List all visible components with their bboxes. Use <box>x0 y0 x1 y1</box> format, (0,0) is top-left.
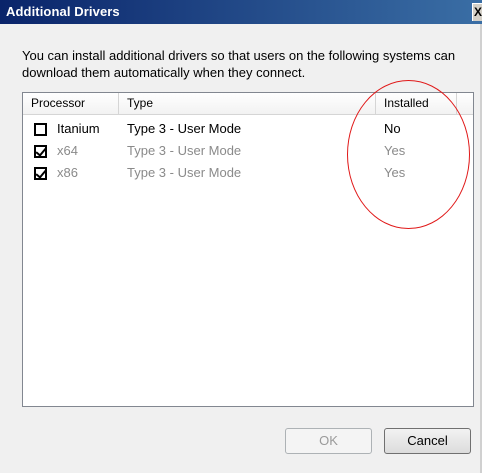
type-cell: Type 3 - User Mode <box>127 121 242 136</box>
type-cell: Type 3 - User Mode <box>127 165 242 180</box>
table-row[interactable]: Itanium Type 3 - User Mode No <box>23 118 473 140</box>
description-text: You can install additional drivers so th… <box>22 48 456 80</box>
column-header-processor[interactable]: Processor <box>23 93 119 114</box>
checkbox-x64[interactable] <box>34 145 47 158</box>
window-title: Additional Drivers <box>6 4 120 19</box>
type-cell: Type 3 - User Mode <box>127 143 242 158</box>
cancel-button[interactable]: Cancel <box>384 428 471 454</box>
ok-button[interactable]: OK <box>285 428 372 454</box>
additional-drivers-dialog: Additional Drivers X You can install add… <box>0 0 482 473</box>
close-icon: X <box>474 5 482 19</box>
processor-cell: Itanium <box>57 121 100 136</box>
installed-cell: Yes <box>384 165 406 180</box>
drivers-list[interactable]: Processor Type Installed Itanium Type 3 … <box>22 92 474 407</box>
checkbox-itanium[interactable] <box>34 123 47 136</box>
close-button[interactable]: X <box>472 3 482 21</box>
column-header-type[interactable]: Type <box>119 93 376 114</box>
processor-cell: x64 <box>57 143 78 158</box>
checkbox-x86[interactable] <box>34 167 47 180</box>
table-row[interactable]: x64 Type 3 - User Mode Yes <box>23 140 473 162</box>
title-bar[interactable]: Additional Drivers X <box>0 0 482 24</box>
processor-cell: x86 <box>57 165 78 180</box>
list-header: Processor Type Installed <box>23 93 473 115</box>
installed-cell: Yes <box>384 143 406 158</box>
column-header-installed[interactable]: Installed <box>376 93 457 114</box>
installed-cell: No <box>384 121 401 136</box>
table-row[interactable]: x86 Type 3 - User Mode Yes <box>23 162 473 184</box>
